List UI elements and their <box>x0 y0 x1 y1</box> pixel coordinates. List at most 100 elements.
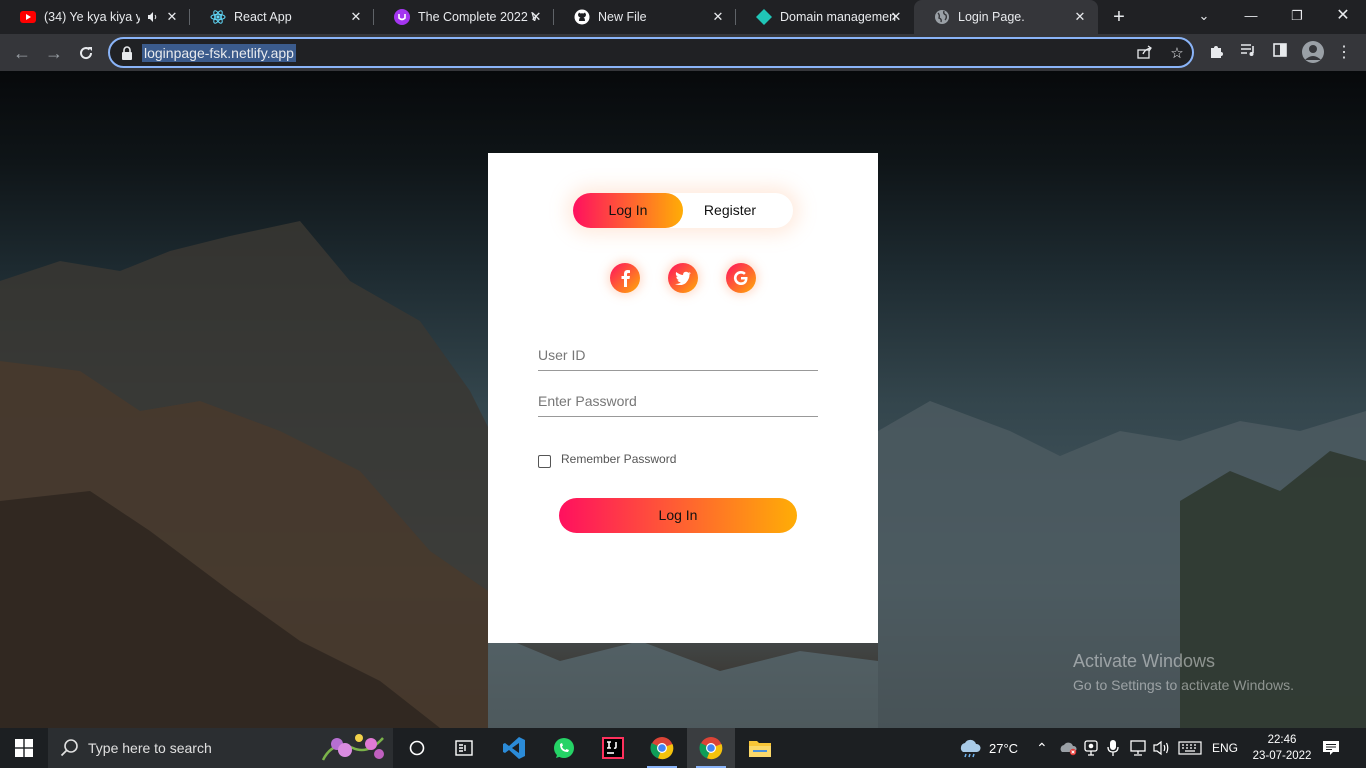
speaker-icon[interactable] <box>147 11 159 23</box>
remember-password[interactable]: Remember Password <box>538 449 676 468</box>
clock-time: 22:46 <box>1267 734 1297 746</box>
side-panel-icon[interactable] <box>1270 43 1290 63</box>
close-window-button[interactable]: ✕ <box>1320 0 1366 34</box>
user-id-input[interactable] <box>538 341 818 369</box>
tab-react-app[interactable]: React App ✕ <box>190 0 374 34</box>
camera-icon[interactable] <box>1084 728 1098 768</box>
react-icon <box>210 9 226 25</box>
clock-button[interactable]: 22:46 23-07-2022 <box>1252 728 1312 768</box>
folder-icon <box>749 741 771 757</box>
bookmark-star-icon[interactable]: ☆ <box>1168 45 1186 63</box>
chrome-active-taskbar-button[interactable] <box>687 728 735 768</box>
address-bar[interactable]: loginpage-fsk.netlify.app ☆ <box>108 37 1194 68</box>
tab-login-page[interactable]: Login Page. ✕ <box>914 0 1098 34</box>
touch-keyboard-icon[interactable] <box>1178 728 1202 768</box>
close-tab-icon[interactable]: ✕ <box>164 9 180 25</box>
weather-temperature: 27°C <box>989 740 1019 756</box>
restore-button[interactable]: ❐ <box>1274 0 1320 34</box>
chrome-icon <box>699 737 723 760</box>
network-icon[interactable] <box>1129 728 1147 768</box>
chrome-taskbar-button[interactable] <box>638 728 686 768</box>
back-button[interactable]: ← <box>8 39 36 67</box>
twitter-icon <box>675 271 691 285</box>
browser-toolbar: ← → loginpage-fsk.netlify.app ☆ ⋮ <box>0 34 1366 71</box>
netlify-icon <box>756 9 772 25</box>
menu-kebab-icon[interactable]: ⋮ <box>1334 43 1354 63</box>
start-button[interactable] <box>0 728 48 768</box>
close-tab-icon[interactable]: ✕ <box>710 9 726 25</box>
task-view-button[interactable] <box>393 728 441 768</box>
search-highlight-flower-icon <box>313 730 391 766</box>
close-tab-icon[interactable]: ✕ <box>1072 9 1088 25</box>
globe-icon <box>934 9 950 25</box>
vscode-taskbar-button[interactable] <box>490 728 538 768</box>
chrome-icon <box>650 737 674 760</box>
login-tab[interactable]: Log In <box>573 193 683 228</box>
tab-title: (34) Ye kya kiya ye <box>44 10 140 24</box>
password-input[interactable] <box>538 387 818 415</box>
page-background: Log In Register Remember Password Log In… <box>0 71 1366 728</box>
whatsapp-taskbar-button[interactable] <box>540 728 588 768</box>
intellij-taskbar-button[interactable] <box>589 728 637 768</box>
facebook-icon <box>621 270 630 287</box>
weather-cloud-rain-icon <box>960 739 981 758</box>
tab-netlify[interactable]: Domain management ✕ <box>736 0 914 34</box>
forward-button[interactable]: → <box>40 39 68 67</box>
microphone-icon[interactable] <box>1107 728 1119 768</box>
windows-logo-icon <box>15 739 33 757</box>
google-icon <box>733 271 748 286</box>
tab-title: The Complete 2022 W <box>418 10 536 24</box>
file-explorer-taskbar-button[interactable] <box>736 728 784 768</box>
reload-icon <box>80 47 93 60</box>
register-tab[interactable]: Register <box>675 193 785 228</box>
tab-udemy[interactable]: The Complete 2022 W ✕ <box>374 0 554 34</box>
media-control-icon[interactable] <box>1238 43 1258 63</box>
onedrive-icon[interactable] <box>1058 728 1078 768</box>
tab-search-icon[interactable]: ⌄ <box>1181 0 1227 34</box>
minimize-button[interactable]: — <box>1228 0 1274 34</box>
password-field[interactable] <box>538 387 818 417</box>
language-label: ENG <box>1212 741 1239 755</box>
chevron-up-icon[interactable]: ⌃ <box>1036 740 1048 757</box>
youtube-icon <box>20 9 36 25</box>
show-hidden-icons-button[interactable]: ⌃ <box>1036 728 1048 768</box>
taskbar-search-box[interactable]: Type here to search <box>48 728 393 768</box>
login-submit-button[interactable]: Log In <box>559 498 797 533</box>
lock-icon[interactable] <box>121 46 133 60</box>
weather-widget[interactable]: 27°C <box>957 728 1018 768</box>
remember-label: Remember Password <box>561 451 677 466</box>
windows-taskbar: Type here to search 27°C ⌃ ENG 22:46 23-… <box>0 728 1366 768</box>
remember-checkbox[interactable] <box>538 455 551 468</box>
google-button[interactable] <box>726 263 756 293</box>
close-tab-icon[interactable]: ✕ <box>528 9 544 25</box>
login-card: Log In Register Remember Password Log In <box>488 153 878 643</box>
udemy-icon <box>394 9 410 25</box>
volume-icon[interactable] <box>1153 728 1171 768</box>
reload-button[interactable] <box>72 39 100 67</box>
extensions-icon[interactable] <box>1206 43 1226 63</box>
address-url[interactable]: loginpage-fsk.netlify.app <box>142 44 296 62</box>
new-tab-button[interactable]: + <box>1108 6 1130 28</box>
user-id-field[interactable] <box>538 341 818 371</box>
tab-strip: (34) Ye kya kiya ye ✕ React App ✕ The Co… <box>0 0 1366 34</box>
intellij-icon <box>602 737 624 759</box>
profile-avatar-icon[interactable] <box>1302 41 1324 63</box>
notification-icon <box>1323 741 1339 755</box>
close-tab-icon[interactable]: ✕ <box>348 9 364 25</box>
tab-youtube[interactable]: (34) Ye kya kiya ye ✕ <box>0 0 190 34</box>
notifications-button[interactable] <box>1322 728 1340 768</box>
widgets-button[interactable] <box>440 728 488 768</box>
share-icon[interactable] <box>1136 45 1154 63</box>
close-tab-icon[interactable]: ✕ <box>888 9 904 25</box>
tab-title: Domain management <box>780 10 896 24</box>
github-icon <box>574 9 590 25</box>
auth-toggle: Log In Register <box>573 193 793 228</box>
task-manager-icon <box>455 740 473 756</box>
whatsapp-icon <box>554 738 574 758</box>
activate-windows-title: Activate Windows <box>1073 651 1216 671</box>
clock-date: 23-07-2022 <box>1252 750 1312 762</box>
facebook-button[interactable] <box>610 263 640 293</box>
input-language-button[interactable]: ENG <box>1212 728 1238 768</box>
tab-github[interactable]: New File ✕ <box>554 0 736 34</box>
twitter-button[interactable] <box>668 263 698 293</box>
